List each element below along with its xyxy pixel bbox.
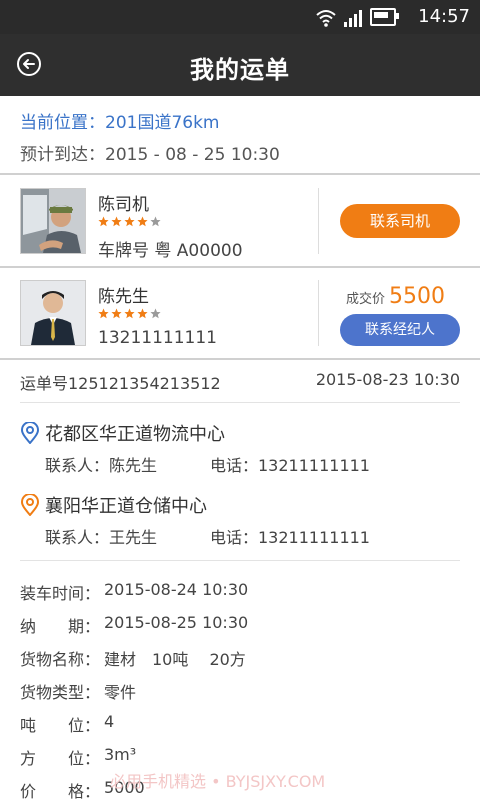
broker-avatar — [20, 280, 86, 346]
detail-row-loading-time: 装车时间： 2015-08-24 10:30 — [20, 580, 248, 613]
detail-row-delivery-date: 纳 期： 2015-08-25 10:30 — [20, 613, 248, 646]
wifi-icon — [316, 10, 336, 27]
driver-avatar — [20, 188, 86, 254]
estimated-arrival: 预计到达：2015 - 08 - 25 10:30 — [20, 145, 280, 165]
location-pin-orange-icon — [20, 494, 40, 516]
location-section: 当前位置：201国道76km 预计到达：2015 - 08 - 25 10:30 — [0, 96, 480, 174]
destination-name: 襄阳华正道仓储中心 — [45, 496, 207, 517]
divider — [0, 173, 480, 175]
divider — [20, 402, 460, 403]
app-bar: 我的运单 — [0, 34, 480, 96]
destination-contact: 联系人：王先生 — [45, 528, 158, 547]
star-filled-icon — [124, 216, 135, 227]
detail-label: 纳 期： — [20, 617, 101, 636]
contact-broker-button[interactable]: 联系经纪人 — [340, 314, 460, 346]
origin-phone[interactable]: 电话：13211111111 — [210, 452, 370, 476]
driver-plate: 车牌号 粤 A00000 — [98, 241, 243, 261]
origin-contact: 联系人：陈先生 — [45, 456, 158, 475]
detail-label: 吨 位： — [20, 716, 101, 735]
detail-label: 价 格： — [20, 782, 101, 801]
broker-phone: 13211111111 — [98, 328, 217, 348]
detail-row-cargo-name: 货物名称： 建材 10吨 20方 — [20, 646, 248, 679]
detail-label: 方 位： — [20, 749, 101, 768]
order-date: 2015-08-23 10:30 — [315, 370, 460, 389]
location-pin-blue-icon — [20, 422, 40, 444]
divider — [0, 358, 480, 360]
detail-row-cargo-type: 货物类型： 零件 — [20, 679, 248, 712]
watermark: 必用手机精选 • BYJSJXY.COM — [110, 772, 326, 791]
broker-name: 陈先生 — [98, 287, 149, 307]
detail-label: 装车时间： — [20, 584, 101, 603]
star-filled-icon — [137, 308, 148, 319]
current-location: 当前位置：201国道76km — [20, 113, 220, 133]
deal-price: 成交价 5500 — [346, 284, 445, 309]
broker-card: 陈先生 13211111111 成交价 5500 联系经纪人 — [0, 268, 480, 358]
detail-value: 2015-08-24 10:30 — [104, 580, 249, 599]
detail-label: 货物类型： — [20, 683, 101, 702]
detail-label: 货物名称： — [20, 650, 101, 669]
order-number: 运单号125121354213512 — [20, 374, 221, 393]
contact-driver-button[interactable]: 联系司机 — [340, 204, 460, 238]
driver-card: 陈司机 车牌号 粤 A00000 联系司机 — [0, 176, 480, 266]
detail-value: 2015-08-25 10:30 — [104, 613, 249, 632]
detail-value: 零件 — [104, 683, 137, 702]
battery-icon — [370, 8, 399, 26]
signal-icon — [344, 9, 362, 27]
detail-value: 建材 10吨 20方 — [104, 650, 246, 669]
detail-value: 4 — [104, 712, 115, 731]
broker-rating — [98, 308, 161, 319]
destination-phone[interactable]: 电话：13211111111 — [210, 524, 370, 548]
star-filled-icon — [98, 308, 109, 319]
driver-rating — [98, 216, 161, 227]
deal-price-label: 成交价 — [346, 292, 386, 307]
status-bar: 14:57 — [0, 0, 480, 34]
divider — [20, 560, 460, 561]
order-info-row: 运单号125121354213512 2015-08-23 10:30 — [20, 370, 460, 394]
origin-name: 花都区华正道物流中心 — [45, 424, 225, 445]
star-filled-icon — [111, 308, 122, 319]
star-filled-icon — [98, 216, 109, 227]
vertical-divider — [318, 280, 319, 346]
status-icons — [316, 7, 399, 27]
star-filled-icon — [137, 216, 148, 227]
star-filled-icon — [124, 308, 135, 319]
deal-price-value: 5500 — [389, 284, 446, 309]
driver-name: 陈司机 — [98, 195, 149, 215]
status-time: 14:57 — [418, 6, 470, 27]
vertical-divider — [318, 188, 319, 254]
star-empty-icon — [150, 308, 161, 319]
star-filled-icon — [111, 216, 122, 227]
detail-row-tonnage: 吨 位： 4 — [20, 712, 248, 745]
star-empty-icon — [150, 216, 161, 227]
page-title: 我的运单 — [190, 56, 290, 84]
